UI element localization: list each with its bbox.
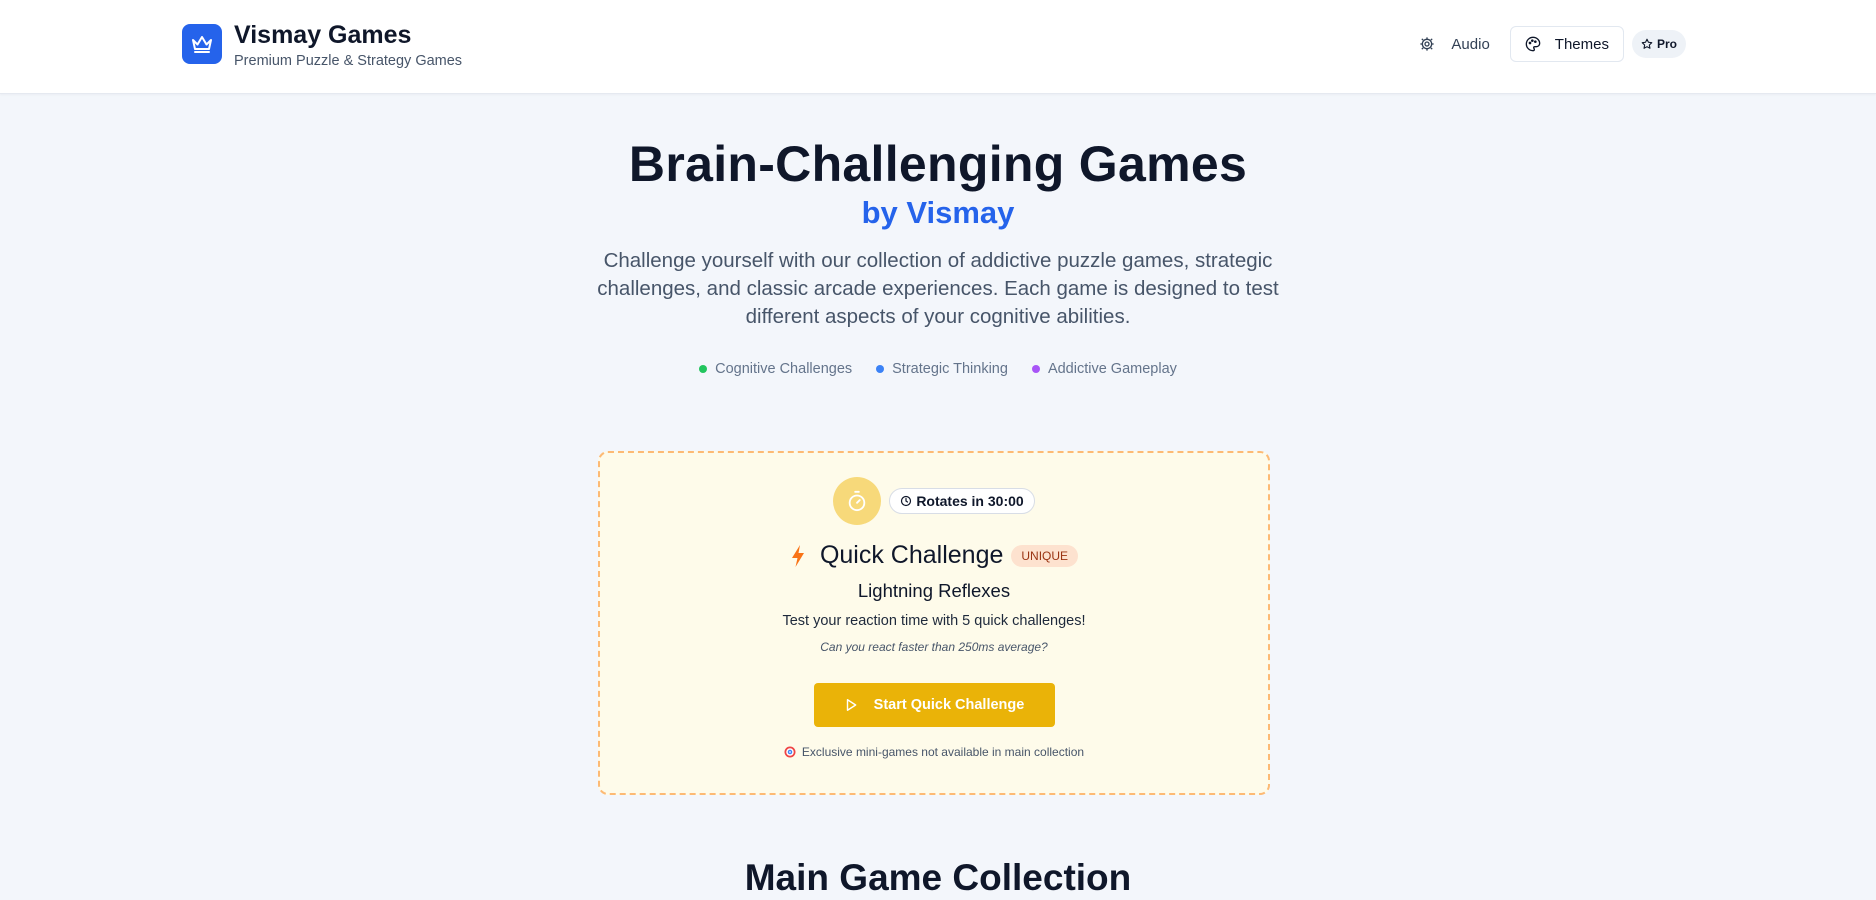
- header-nav: Audio Themes Pro: [1409, 26, 1686, 62]
- tag-cognitive: Cognitive Challenges: [699, 361, 852, 377]
- challenge-game-name: Lightning Reflexes: [857, 580, 1011, 601]
- rotation-timer-label: Rotates in 30:00: [916, 493, 1024, 509]
- exclusive-note: Exclusive mini-games not available in ma…: [600, 745, 1268, 759]
- green-dot-icon: [699, 365, 708, 373]
- audio-button[interactable]: Audio: [1409, 26, 1499, 62]
- hero-title: Brain-Challenging Games: [628, 136, 1248, 192]
- themes-button[interactable]: Themes: [1509, 26, 1624, 62]
- audio-label: Audio: [1451, 35, 1490, 53]
- blue-dot-icon: [876, 365, 885, 373]
- play-icon: [844, 698, 858, 712]
- hero-byline: by Vismay: [861, 195, 1015, 230]
- quick-challenge-title: Quick Challenge: [819, 541, 1004, 569]
- hero-description: Challenge yourself with our collection o…: [597, 249, 1279, 328]
- start-button-label: Start Quick Challenge: [873, 697, 1025, 713]
- brand-subtitle: Premium Puzzle & Strategy Games: [234, 53, 463, 69]
- star-icon: [1641, 38, 1653, 50]
- crown-icon: [182, 24, 222, 64]
- challenge-description: Test your reaction time with 5 quick cha…: [782, 613, 1086, 629]
- pro-badge[interactable]: Pro: [1631, 30, 1686, 58]
- tag-label: Addictive Gameplay: [1047, 361, 1177, 377]
- palette-icon: [1525, 36, 1541, 52]
- target-icon: [784, 746, 796, 758]
- tag-addictive: Addictive Gameplay: [1031, 361, 1177, 377]
- quick-challenge-card: Rotates in 30:00 Quick Challenge UNIQUE …: [598, 451, 1270, 795]
- tag-label: Cognitive Challenges: [715, 361, 853, 377]
- hero-section: Brain-Challenging Games by Vismay Challe…: [0, 94, 1876, 377]
- tag-strategic: Strategic Thinking: [876, 361, 1008, 377]
- clock-icon: [900, 495, 912, 507]
- pro-label: Pro: [1656, 37, 1677, 51]
- stopwatch-icon: [833, 477, 882, 525]
- brand-title: Vismay Games: [234, 21, 412, 49]
- unique-badge: UNIQUE: [1011, 544, 1079, 567]
- purple-dot-icon: [1031, 365, 1040, 373]
- top-header: Vismay Games Premium Puzzle & Strategy G…: [0, 0, 1876, 94]
- themes-label: Themes: [1554, 35, 1609, 53]
- tag-label: Strategic Thinking: [892, 361, 1008, 377]
- rotation-timer: Rotates in 30:00: [889, 488, 1035, 514]
- lightning-icon: [790, 544, 806, 568]
- start-quick-challenge-button[interactable]: Start Quick Challenge: [813, 683, 1055, 727]
- feature-tags: Cognitive Challenges Strategic Thinking …: [0, 361, 1876, 377]
- exclusive-note-label: Exclusive mini-games not available in ma…: [801, 745, 1085, 759]
- brand[interactable]: Vismay Games Premium Puzzle & Strategy G…: [182, 20, 462, 71]
- main-collection-title: Main Game Collection: [744, 857, 1132, 898]
- gear-icon: [1419, 36, 1435, 52]
- challenge-hint: Can you react faster than 250ms average?: [820, 640, 1048, 654]
